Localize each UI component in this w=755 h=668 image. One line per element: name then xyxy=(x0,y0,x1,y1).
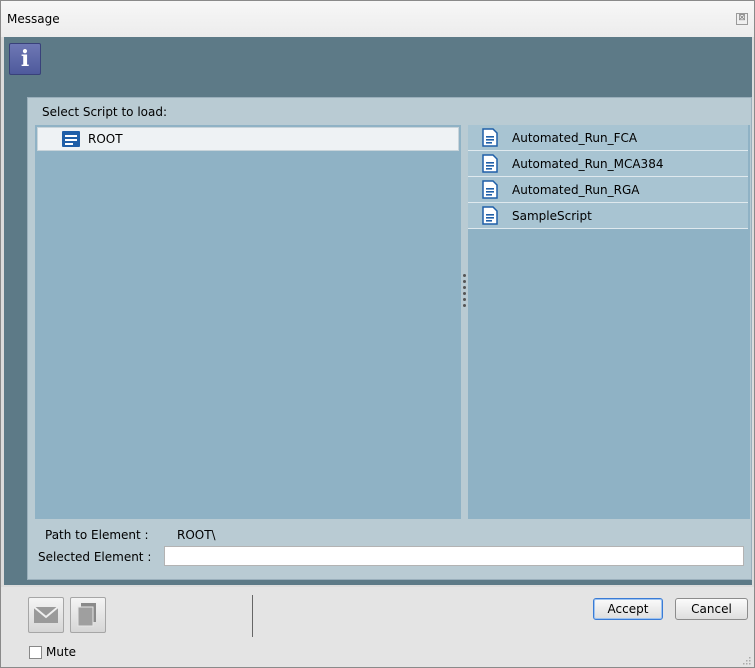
file-list[interactable]: Automated_Run_FCA Automated_Run_MCA384 A… xyxy=(468,125,750,519)
copy-button[interactable] xyxy=(70,597,106,633)
toolbar-divider xyxy=(252,595,253,637)
cancel-button[interactable]: Cancel xyxy=(675,598,748,620)
dialog-content: i Select Script to load: ROOT Automated_… xyxy=(4,37,752,585)
accept-button[interactable]: Accept xyxy=(593,598,663,620)
email-button[interactable] xyxy=(28,597,64,633)
document-icon xyxy=(482,154,498,176)
mail-icon xyxy=(29,606,63,635)
script-select-panel: Select Script to load: ROOT Automated_Ru… xyxy=(27,97,752,580)
panel-heading: Select Script to load: xyxy=(42,105,168,119)
list-item[interactable]: Automated_Run_RGA xyxy=(468,177,748,203)
title-bar: Message ⊠ xyxy=(1,1,754,37)
resize-grip-icon[interactable] xyxy=(741,654,751,665)
document-icon xyxy=(482,128,498,150)
close-button[interactable]: ⊠ xyxy=(736,13,748,25)
document-icon xyxy=(482,180,498,202)
info-icon: i xyxy=(9,43,41,75)
list-item[interactable]: Automated_Run_MCA384 xyxy=(468,151,748,177)
mute-checkbox[interactable] xyxy=(29,646,42,659)
window-title: Message xyxy=(7,12,60,26)
list-item-label: Automated_Run_FCA xyxy=(512,131,638,145)
dialog-footer: Mute Accept Cancel xyxy=(1,587,754,667)
folder-tree[interactable]: ROOT xyxy=(35,125,461,519)
list-item-label: Automated_Run_RGA xyxy=(512,183,640,197)
path-value: ROOT\ xyxy=(177,528,216,542)
mute-label: Mute xyxy=(46,645,77,659)
list-item[interactable]: SampleScript xyxy=(468,203,748,229)
list-item-label: Automated_Run_MCA384 xyxy=(512,157,664,171)
folder-list-icon xyxy=(62,131,80,150)
list-item-label: SampleScript xyxy=(512,209,592,223)
message-window: Message ⊠ i Select Script to load: ROOT … xyxy=(0,0,755,668)
selected-element-field[interactable] xyxy=(164,546,744,566)
document-icon xyxy=(482,206,498,228)
selected-element-label: Selected Element : xyxy=(38,550,152,564)
list-item[interactable]: Automated_Run_FCA xyxy=(468,125,748,151)
tree-item-root[interactable]: ROOT xyxy=(37,127,459,151)
pane-splitter-handle[interactable] xyxy=(463,274,467,310)
copy-icon xyxy=(71,603,105,635)
path-label: Path to Element : xyxy=(45,528,149,542)
tree-item-label: ROOT xyxy=(88,132,123,146)
